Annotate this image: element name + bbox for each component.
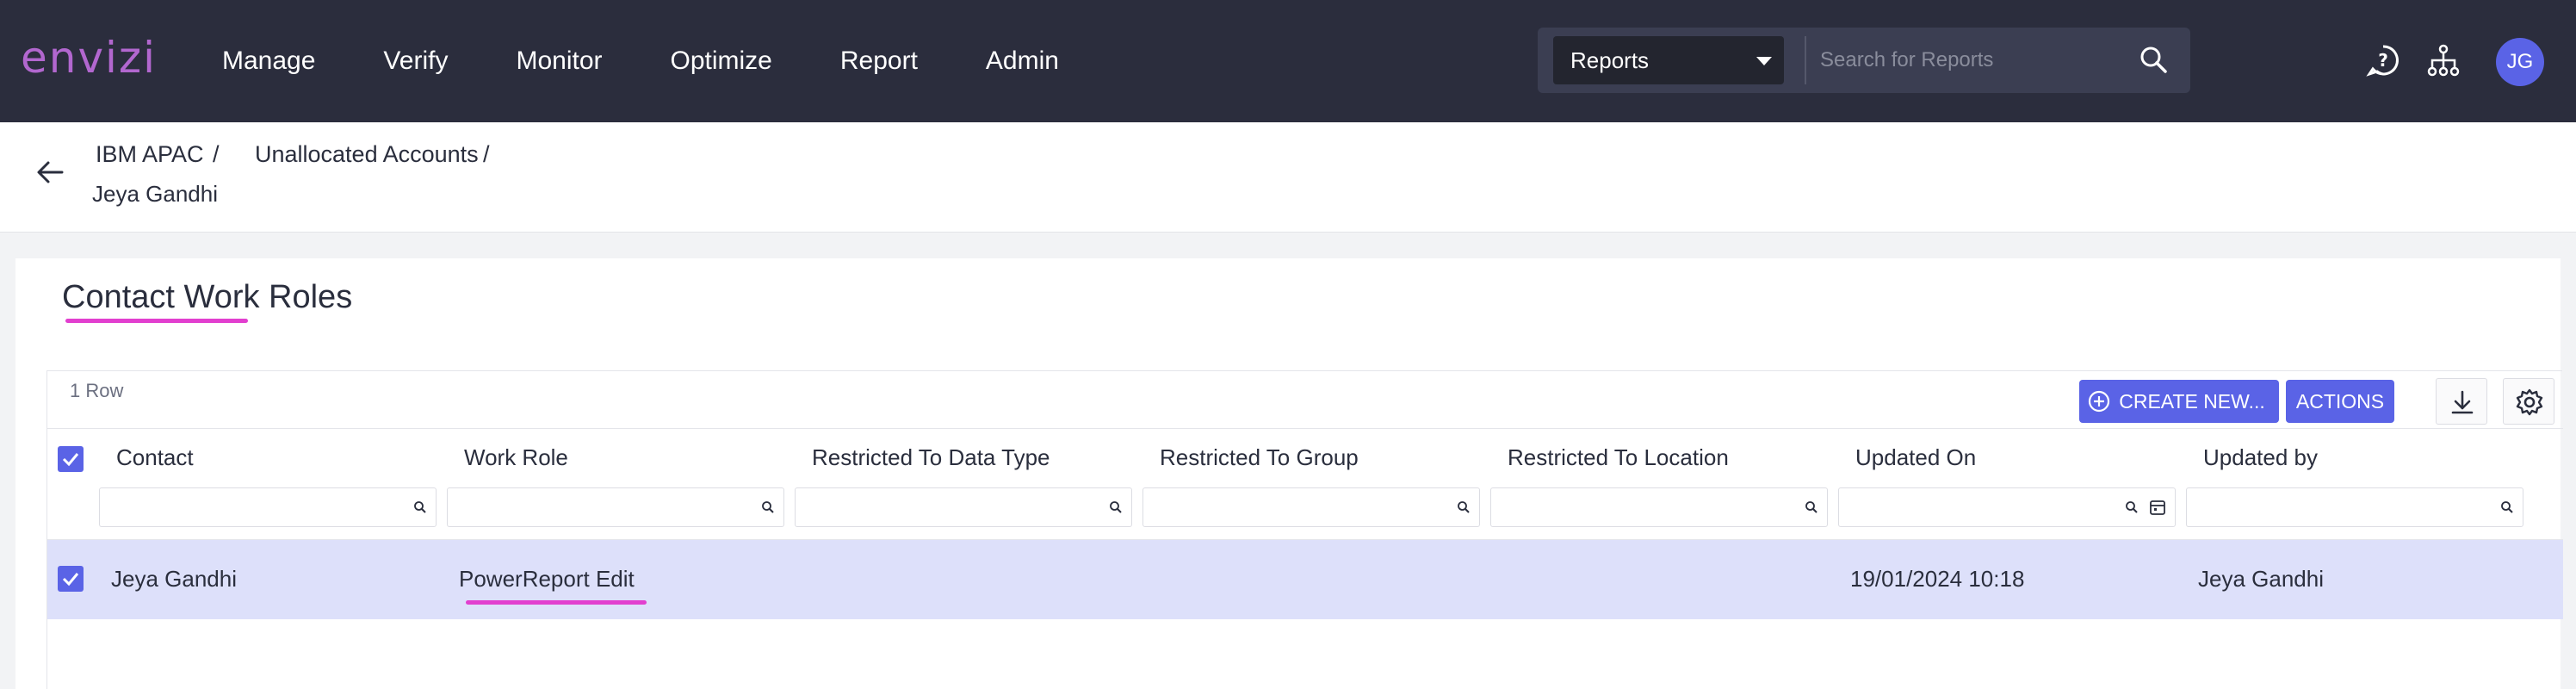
breadcrumb-current: Jeya Gandhi [92,181,218,207]
cell-contact: Jeya Gandhi [111,566,237,592]
column-header-group[interactable]: Restricted To Group [1160,444,1359,471]
settings-button[interactable] [2503,378,2554,425]
search-icon [1458,501,1470,513]
search-input[interactable]: Search for Reports [1805,36,2123,84]
search-scope-value: Reports [1570,47,1650,73]
search-icon [762,501,774,513]
search-icon [1110,501,1122,513]
breadcrumb-separator: / [483,141,490,167]
back-arrow-icon[interactable] [34,157,65,188]
check-icon [62,573,79,587]
filter-location[interactable] [1490,487,1828,527]
help-icon[interactable]: ? [2366,43,2400,78]
top-bar: envizi Manage Verify Monitor Optimize Re… [0,0,2576,122]
column-header-updated-on[interactable]: Updated On [1855,444,1976,471]
column-header-contact[interactable]: Contact [116,444,194,471]
breadcrumb-bar: IBM APAC / Unallocated Accounts / Jeya G… [0,122,2576,233]
check-icon [62,453,79,467]
create-new-label: CREATE NEW... [2119,390,2265,413]
filter-data-type[interactable] [795,487,1132,527]
search-icon [2501,501,2513,513]
download-button[interactable] [2436,378,2487,425]
download-icon [2451,390,2474,414]
search-scope-select[interactable]: Reports [1553,36,1784,84]
column-header-updated-by[interactable]: Updated by [2203,444,2318,471]
search-icon [1805,501,1817,513]
gear-icon [2516,388,2543,416]
cell-work-role[interactable]: PowerReport Edit [459,566,635,593]
grid-header: Contact Work Role Restricted To Data Typ… [47,428,2563,540]
nav-manage[interactable]: Manage [222,47,315,76]
row-count: 1 Row [70,380,124,401]
hierarchy-icon[interactable] [2426,43,2461,78]
main-panel: Contact Work Roles 1 Row CREATE NEW... A… [15,258,2563,689]
svg-text:?: ? [2378,50,2388,71]
cell-updated-by: Jeya Gandhi [2198,566,2324,592]
breadcrumb-unallocated-accounts[interactable]: Unallocated Accounts [255,141,479,168]
column-header-data-type[interactable]: Restricted To Data Type [812,444,1050,471]
row-checkbox[interactable] [58,566,84,592]
nav-verify[interactable]: Verify [383,47,448,76]
filter-updated-on[interactable] [1838,487,2176,527]
annotation-underline [65,319,248,323]
global-search: Reports Search for Reports [1538,28,2190,93]
search-icon [414,501,426,513]
column-header-work-role[interactable]: Work Role [464,444,568,471]
select-all-checkbox[interactable] [58,446,84,472]
calendar-icon[interactable] [2149,499,2166,516]
nav-optimize[interactable]: Optimize [671,47,772,76]
column-header-location[interactable]: Restricted To Location [1508,444,1729,471]
nav-monitor[interactable]: Monitor [516,47,602,76]
filter-group[interactable] [1142,487,1480,527]
main-nav: Manage Verify Monitor Optimize Report Ad… [222,0,1127,122]
plus-circle-icon [2088,390,2110,413]
nav-admin[interactable]: Admin [986,47,1059,76]
actions-button[interactable]: ACTIONS [2286,380,2394,423]
page-title: Contact Work Roles [62,279,353,315]
create-new-button[interactable]: CREATE NEW... [2079,380,2279,423]
search-icon[interactable] [2139,45,2168,74]
cell-updated-on: 19/01/2024 10:18 [1850,566,2025,592]
filter-work-role[interactable] [447,487,784,527]
search-icon [2126,501,2138,513]
user-avatar[interactable]: JG [2496,38,2544,86]
filter-updated-by[interactable] [2186,487,2523,527]
breadcrumb-ibm-apac[interactable]: IBM APAC [96,141,204,168]
annotation-underline [466,600,647,605]
breadcrumb-separator: / [213,141,220,167]
envizi-logo[interactable]: envizi [21,33,157,83]
filter-contact[interactable] [99,487,437,527]
nav-report[interactable]: Report [840,47,918,76]
data-grid: 1 Row CREATE NEW... ACTIONS Contact Work… [46,370,2563,689]
table-row[interactable]: Jeya Gandhi PowerReport Edit 19/01/2024 … [47,540,2563,619]
caret-down-icon [1756,57,1772,65]
